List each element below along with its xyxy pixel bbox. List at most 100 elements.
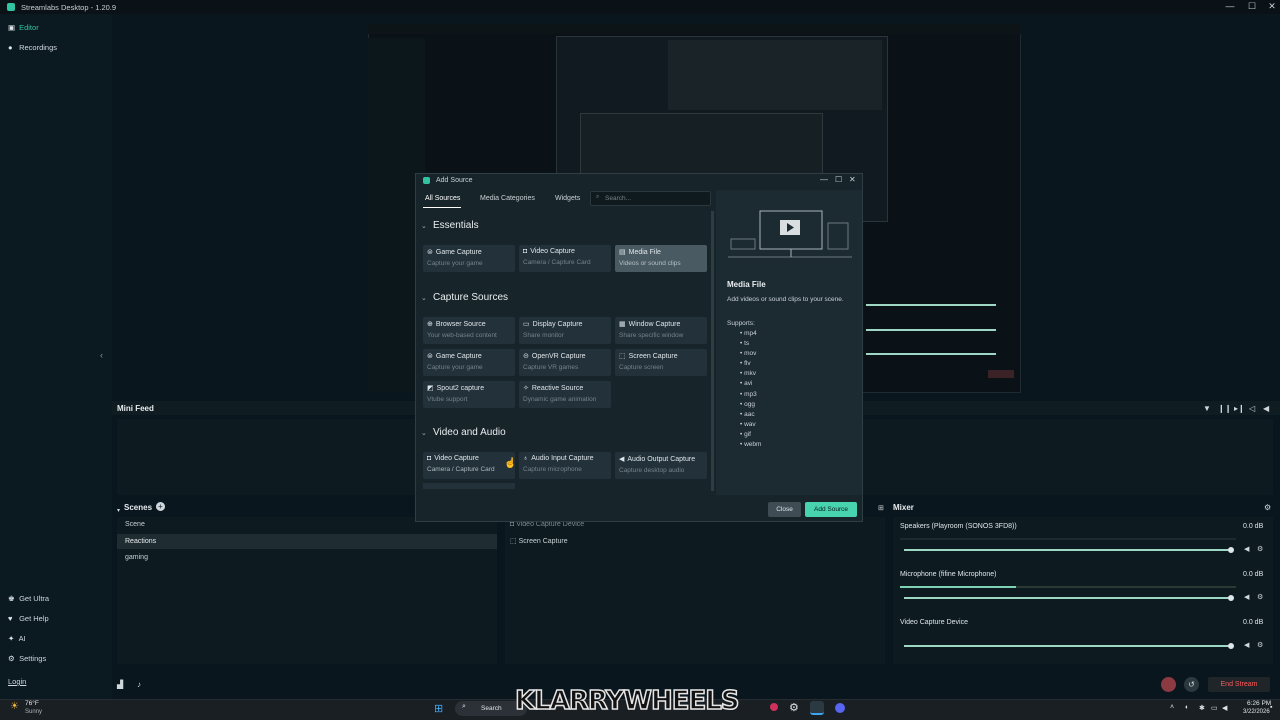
tray-expand-icon[interactable]: ˄ (1170, 704, 1174, 711)
sparkle-icon: ✧ (523, 385, 529, 392)
gamepad-icon: ⊜ (427, 353, 433, 360)
monitor-icon: ▭ (523, 321, 530, 328)
end-stream-button[interactable]: End Stream (1208, 677, 1270, 692)
discord-icon[interactable] (835, 703, 845, 713)
window-title: Streamlabs Desktop - 1.20.9 (21, 3, 117, 12)
maximize-button[interactable]: ☐ (1242, 1, 1262, 12)
nav-ai[interactable]: ✦ AI (8, 634, 26, 643)
skip-icon[interactable]: ▸❙ (1234, 404, 1245, 413)
mixer-channel-name: Microphone (fifine Microphone) (900, 571, 997, 578)
source-card-partial[interactable] (423, 483, 515, 489)
close-button[interactable]: ✕ (1262, 1, 1280, 12)
minimize-button[interactable]: — (1220, 1, 1240, 11)
sources-add-icon[interactable]: ⊞ (878, 504, 884, 512)
add-source-button[interactable]: Add Source (805, 502, 857, 517)
globe-icon: ⊕ (427, 321, 433, 328)
speaker-icon[interactable]: ◀ (1244, 593, 1249, 601)
section-title-capture-sources: Capture Sources (433, 292, 509, 303)
source-item[interactable]: ⬚ Screen Capture (510, 537, 568, 545)
weather-temp[interactable]: 76°F (25, 700, 39, 707)
source-card-video-capture[interactable]: ◘ Video Capture Camera / Capture Card (519, 245, 611, 272)
chevron-down-icon[interactable]: ⌄ (421, 222, 427, 230)
weather-text: Sunny (25, 709, 43, 715)
login-link[interactable]: Login (8, 677, 26, 686)
source-card-audio-output-capture[interactable]: ◀ Audio Output Capture Capture desktop au… (615, 452, 707, 479)
volume-slider-handle[interactable] (1228, 547, 1234, 553)
add-scene-button[interactable]: + (156, 502, 165, 511)
clock-date[interactable]: 3/22/2026 (1243, 709, 1270, 715)
nav-get-help[interactable]: ♥ Get Help (8, 614, 49, 623)
source-card-game-capture[interactable]: ⊜ Game Capture Capture your game (423, 349, 515, 376)
volume-meter-fill (900, 586, 1016, 588)
volume-slider-handle[interactable] (1228, 643, 1234, 649)
source-card-video-capture[interactable]: ◘ Video Capture Camera / Capture Card (423, 452, 515, 479)
notification-bell-icon[interactable]: ♪ (137, 680, 141, 689)
source-card-spout2-capture[interactable]: ◩ Spout2 capture Vtube support (423, 381, 515, 408)
tab-widgets[interactable]: Widgets (555, 195, 580, 202)
preview-nested-window-inner (668, 40, 882, 110)
volume-slider[interactable] (904, 549, 1231, 551)
dialog-minimize-button[interactable]: — (820, 175, 828, 184)
tab-all-sources[interactable]: All Sources (425, 195, 460, 202)
title-bar: Streamlabs Desktop - 1.20.9 — ☐ ✕ (0, 0, 1280, 14)
format-item: • wav (740, 421, 756, 428)
dialog-close-x-button[interactable]: ✕ (849, 175, 856, 184)
replay-buffer-icon[interactable]: ↺ (1184, 677, 1199, 692)
detail-description: Add videos or sound clips to your scene. (727, 296, 844, 303)
record-button[interactable] (1161, 677, 1176, 692)
mute-icon[interactable]: ◁ (1249, 404, 1255, 413)
camera-icon: ◘ (523, 248, 528, 255)
source-item[interactable]: ◘ Video Capture Device (510, 521, 584, 528)
mixer-settings-gear-icon[interactable]: ⚙ (1264, 503, 1271, 512)
dialog-close-button[interactable]: Close (768, 502, 801, 517)
volume-slider-handle[interactable] (1228, 595, 1234, 601)
source-card-media-file[interactable]: ▤ Media File Videos or sound clips (615, 245, 707, 272)
volume-slider[interactable] (904, 597, 1231, 599)
bluetooth-icon[interactable]: ✱ (1199, 704, 1205, 712)
volume-slider[interactable] (904, 645, 1231, 647)
nav-recordings[interactable]: ● Recordings (8, 43, 57, 52)
chatgpt-icon[interactable]: ⚙ (789, 701, 799, 714)
streamlabs-taskbar-icon[interactable] (810, 701, 824, 715)
collapse-sidebar-icon[interactable]: ‹ (100, 350, 103, 360)
source-card-game-capture[interactable]: ⊜ Game Capture Capture your game (423, 245, 515, 272)
stats-icon[interactable]: ▟ (117, 680, 123, 689)
vr-icon: ⊝ (523, 353, 529, 360)
tab-media-categories[interactable]: Media Categories (480, 195, 535, 202)
windows-start-icon[interactable]: ⊞ (434, 702, 443, 715)
chevron-down-icon[interactable]: ⌄ (421, 429, 427, 437)
filter-icon[interactable]: ▼ (1203, 404, 1211, 413)
source-search-input[interactable]: Search... (590, 191, 711, 206)
chevron-down-icon[interactable]: ⌄ (421, 294, 427, 302)
scene-item[interactable]: gaming (117, 550, 497, 565)
volume-icon[interactable]: ◀ (1263, 404, 1269, 413)
nav-editor[interactable]: ▣ Editor (8, 23, 39, 32)
source-card-window-capture[interactable]: ▦ Window Capture Share specific window (615, 317, 707, 344)
gear-icon[interactable]: ⚙ (1257, 641, 1263, 649)
weather-sun-icon: ☀ (10, 701, 19, 712)
source-card-browser-source[interactable]: ⊕ Browser Source Your web-based content (423, 317, 515, 344)
pause-icon[interactable]: ❙❙ (1218, 404, 1231, 413)
source-card-display-capture[interactable]: ▭ Display Capture Share monitor (519, 317, 611, 344)
format-item: • ogg (740, 401, 755, 408)
source-card-reactive-source[interactable]: ✧ Reactive Source Dynamic game animation (519, 381, 611, 408)
nav-settings[interactable]: ⚙ Settings (8, 654, 46, 663)
scene-item-selected[interactable]: Reactions (117, 534, 497, 549)
clock-time[interactable]: 6:26 PM (1247, 700, 1271, 707)
speaker-icon[interactable]: ◀ (1244, 641, 1249, 649)
volume-icon[interactable]: ◀ (1222, 704, 1227, 712)
dialog-maximize-button[interactable]: ☐ (835, 175, 842, 184)
scenes-collapse-icon[interactable]: ▾ (117, 507, 120, 514)
source-card-screen-capture[interactable]: ⬚ Screen Capture Capture screen (615, 349, 707, 376)
dialog-scrollbar[interactable] (711, 211, 714, 491)
source-card-audio-input-capture[interactable]: ♁ Audio Input Capture Capture microphone (519, 452, 611, 479)
tray-app-icon[interactable]: ◐ (1185, 704, 1189, 711)
gear-icon[interactable]: ⚙ (1257, 593, 1263, 601)
gear-icon[interactable]: ⚙ (1257, 545, 1263, 553)
nav-get-ultra[interactable]: ♚ Get Ultra (8, 594, 49, 603)
source-card-openvr-capture[interactable]: ⊝ OpenVR Capture Capture VR games (519, 349, 611, 376)
taskbar-app-icon[interactable] (770, 703, 778, 711)
notification-icon[interactable]: ▪ (1270, 704, 1272, 711)
network-icon[interactable]: ▭ (1211, 704, 1218, 712)
speaker-icon[interactable]: ◀ (1244, 545, 1249, 553)
